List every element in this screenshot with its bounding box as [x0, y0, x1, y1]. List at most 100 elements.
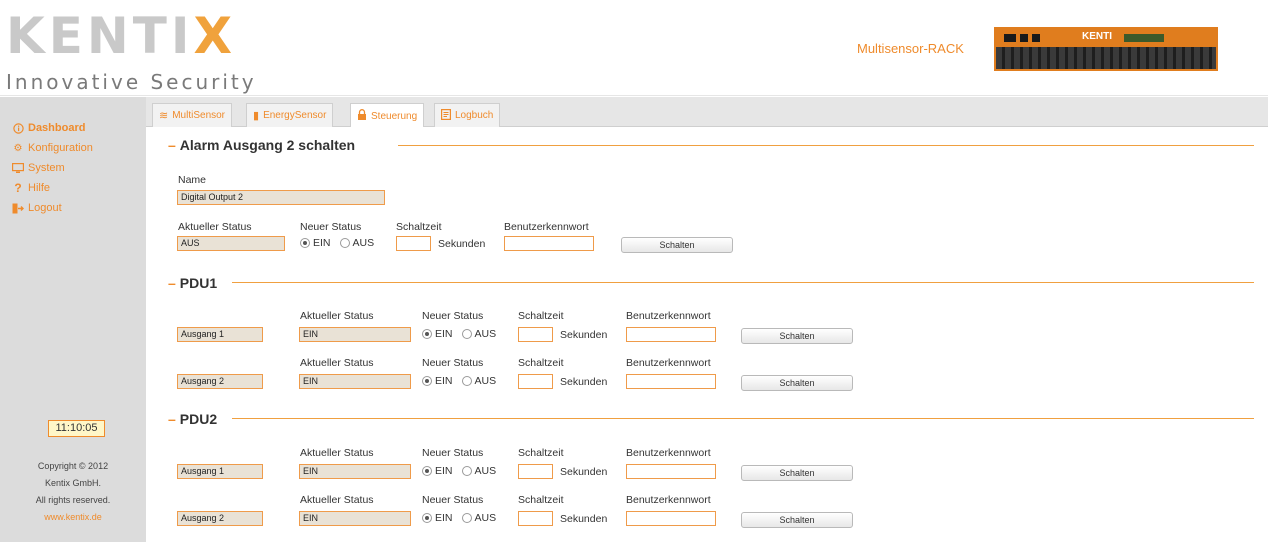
tab-energysensor[interactable]: ▮ EnergySensor — [246, 103, 334, 127]
sidebar-item-label: Konfiguration — [28, 142, 93, 154]
alarm-time-input[interactable] — [396, 236, 431, 251]
seconds-label: Sekunden — [438, 238, 486, 250]
pdu1-output2-radios: EIN AUS — [422, 375, 496, 387]
pdu1-output2-switch-button[interactable]: Schalten — [741, 375, 853, 391]
pdu2-output2-time-input[interactable] — [518, 511, 553, 526]
tab-label: EnergySensor — [263, 110, 327, 121]
pdu1-output1-status-field: EIN — [299, 327, 411, 342]
time-label: Schaltzeit — [518, 310, 564, 322]
alarm-name-field[interactable]: Digital Output 2 — [177, 190, 385, 205]
pdu2-output1-name-field: Ausgang 1 — [177, 464, 263, 479]
status-label: Aktueller Status — [300, 357, 374, 369]
logo-x-mark: X — [193, 7, 237, 65]
pdu1-output2-time-input[interactable] — [518, 374, 553, 389]
header: KENTIX Innovative Security Multisensor-R… — [0, 0, 1268, 96]
pdu2-output1-switch-button[interactable]: Schalten — [741, 465, 853, 481]
alarm-current-status-field: AUS — [177, 236, 285, 251]
tab-steuerung[interactable]: Steuerung — [350, 103, 425, 128]
password-label: Benutzerkennwort — [626, 494, 711, 506]
logo-tagline: Innovative Security — [6, 70, 257, 94]
alarm-password-input[interactable] — [504, 236, 594, 251]
pdu1-output2-password-input[interactable] — [626, 374, 716, 389]
sidebar-item-label: System — [28, 162, 65, 174]
website-link[interactable]: www.kentix.de — [0, 512, 146, 522]
pdu1-output1-time-input[interactable] — [518, 327, 553, 342]
radio-aus[interactable] — [461, 513, 472, 523]
sidebar: Dashboard ⚙ Konfiguration System ? Hilfe… — [0, 97, 146, 542]
sidebar-item-logout[interactable]: Logout — [12, 202, 62, 214]
seconds-label: Sekunden — [560, 466, 608, 478]
section-pdu2-header: – PDU2 — [168, 411, 218, 427]
gears-icon: ⚙ — [13, 142, 23, 154]
radio-aus[interactable] — [461, 376, 472, 386]
radio-ein[interactable] — [422, 376, 432, 386]
time-label: Schaltzeit — [396, 221, 442, 233]
tab-label: Steuerung — [371, 110, 418, 122]
radio-ein[interactable] — [422, 466, 432, 476]
pdu2-output1-password-input[interactable] — [626, 464, 716, 479]
device-name: Multisensor-RACK — [857, 41, 964, 56]
pdu2-output1-status-field: EIN — [299, 464, 411, 479]
rights-text: All rights reserved. — [35, 495, 111, 505]
radio-aus[interactable] — [339, 238, 350, 248]
radio-aus[interactable] — [461, 329, 472, 339]
time-label: Schaltzeit — [518, 447, 564, 459]
question-icon: ? — [14, 181, 22, 195]
tab-multisensor[interactable]: ≋ MultiSensor — [152, 103, 233, 127]
pdu2-output2-status-field: EIN — [299, 511, 411, 526]
section-title: PDU2 — [179, 411, 218, 427]
sidebar-item-system[interactable]: System — [12, 162, 65, 174]
name-label: Name — [178, 174, 207, 186]
pdu2-output1-radios: EIN AUS — [422, 465, 496, 477]
password-label: Benutzerkennwort — [626, 447, 711, 459]
pdu1-output1-password-input[interactable] — [626, 327, 716, 342]
radio-ein[interactable] — [300, 238, 310, 248]
tab-logbuch[interactable]: Logbuch — [434, 103, 501, 127]
pdu2-output1-time-input[interactable] — [518, 464, 553, 479]
radio-ein[interactable] — [422, 513, 432, 523]
time-label: Schaltzeit — [518, 494, 564, 506]
status-label: Aktueller Status — [300, 447, 374, 459]
pdu1-output1-switch-button[interactable]: Schalten — [741, 328, 853, 344]
main-content: – Alarm Ausgang 2 schalten Name Digital O… — [146, 127, 1268, 542]
alarm-new-status-radios: EIN AUS — [300, 237, 374, 249]
sidebar-item-dashboard[interactable]: Dashboard — [12, 122, 85, 134]
seconds-label: Sekunden — [560, 329, 608, 341]
info-circle-icon — [12, 122, 24, 134]
new-status-label: Neuer Status — [422, 357, 484, 369]
pdu2-output2-password-input[interactable] — [626, 511, 716, 526]
section-title: Alarm Ausgang 2 schalten — [179, 137, 356, 153]
new-status-label: Neuer Status — [422, 447, 484, 459]
section-divider — [232, 418, 1254, 419]
section-title: PDU1 — [179, 275, 218, 291]
pdu2-output2-switch-button[interactable]: Schalten — [741, 512, 853, 528]
password-label: Benutzerkennwort — [504, 221, 589, 233]
section-divider — [398, 145, 1254, 146]
status-label: Aktueller Status — [300, 494, 374, 506]
multisensor-icon: ≋ — [159, 110, 169, 122]
status-label: Aktueller Status — [300, 310, 374, 322]
clock: 11:10:05 — [48, 420, 105, 437]
kentix-logo[interactable]: KENTIX Innovative Security — [6, 8, 257, 94]
sidebar-item-konfiguration[interactable]: ⚙ Konfiguration — [12, 142, 93, 154]
tab-label: Logbuch — [455, 110, 494, 121]
rack-device-image: KENTI — [994, 27, 1218, 71]
logout-icon — [12, 202, 24, 214]
sidebar-item-hilfe[interactable]: ? Hilfe — [12, 181, 51, 195]
section-alarm-header: – Alarm Ausgang 2 schalten — [168, 137, 356, 153]
logbook-icon — [441, 108, 452, 123]
copyright-text: Copyright © 2012 — [37, 461, 109, 471]
pdu2-output2-radios: EIN AUS — [422, 512, 496, 524]
radio-ein[interactable] — [422, 329, 432, 339]
status-label: Aktueller Status — [178, 221, 252, 233]
alarm-switch-button[interactable]: Schalten — [621, 237, 733, 253]
radio-aus[interactable] — [461, 466, 472, 476]
logo-wordmark: KENTI — [6, 7, 194, 65]
section-divider — [232, 282, 1254, 283]
tab-bar: ≋ MultiSensor ▮ EnergySensor Steuerung L… — [146, 97, 1268, 128]
monitor-icon — [12, 162, 24, 174]
company-name: Kentix GmbH. — [44, 478, 102, 488]
new-status-label: Neuer Status — [422, 310, 484, 322]
sidebar-item-label: Hilfe — [28, 182, 51, 194]
tab-label: MultiSensor — [172, 110, 226, 121]
